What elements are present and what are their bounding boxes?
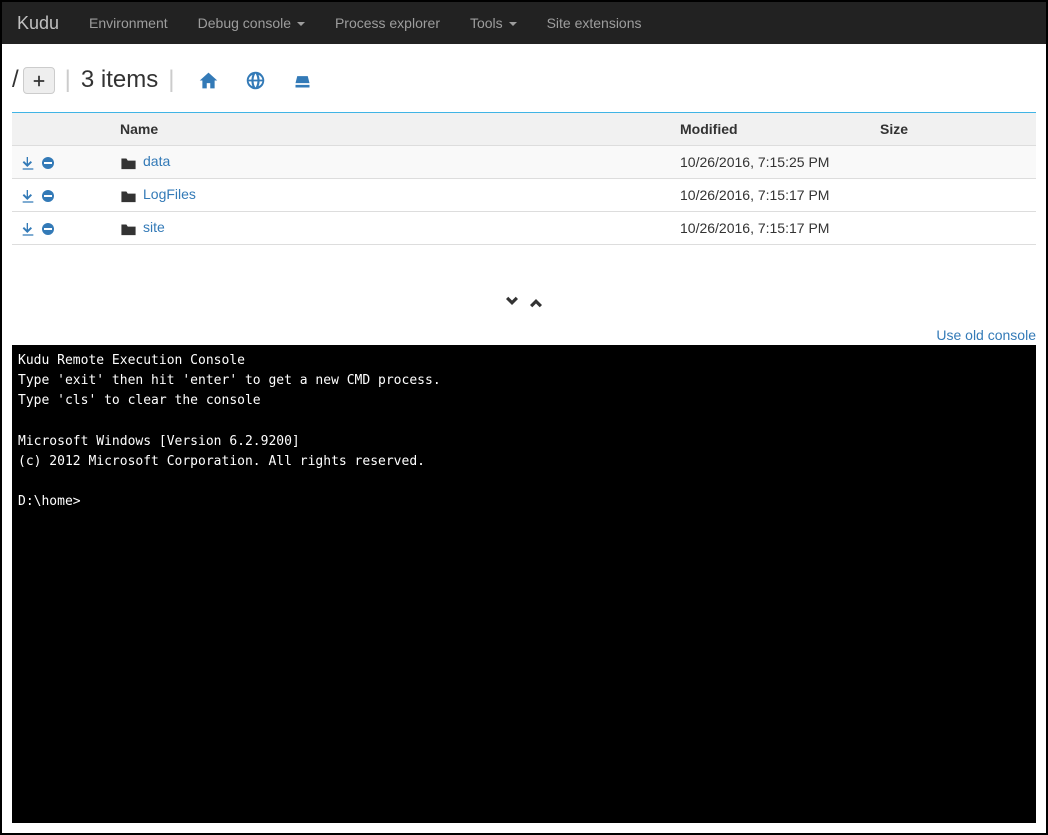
- size-cell: [872, 211, 1036, 244]
- folder-icon: [120, 220, 137, 236]
- size-cell: [872, 178, 1036, 211]
- col-modified: Modified: [672, 113, 872, 146]
- path-toolbar: / | 3 items |: [2, 44, 1046, 112]
- nav-tools[interactable]: Tools: [455, 5, 532, 41]
- item-count: 3 items: [81, 66, 158, 94]
- table-row: site 10/26/2016, 7:15:17 PM: [12, 211, 1036, 244]
- file-link[interactable]: data: [143, 153, 170, 169]
- path-root[interactable]: /: [12, 66, 19, 94]
- modified-cell: 10/26/2016, 7:15:17 PM: [672, 211, 872, 244]
- console-line: (c) 2012 Microsoft Corporation. All righ…: [18, 454, 425, 469]
- globe-icon[interactable]: [245, 66, 266, 94]
- nav-process-explorer[interactable]: Process explorer: [320, 5, 455, 41]
- nav-site-extensions[interactable]: Site extensions: [532, 5, 657, 41]
- download-icon[interactable]: [20, 187, 36, 203]
- brand-link[interactable]: Kudu: [17, 3, 74, 44]
- download-icon[interactable]: [20, 154, 36, 170]
- separator: |: [65, 66, 71, 94]
- modified-cell: 10/26/2016, 7:15:17 PM: [672, 178, 872, 211]
- download-icon[interactable]: [20, 220, 36, 236]
- col-name: Name: [112, 113, 672, 146]
- nav-environment[interactable]: Environment: [74, 5, 183, 41]
- caret-icon: [509, 22, 517, 26]
- chevron-down-icon[interactable]: [503, 293, 525, 309]
- console-line: Type 'cls' to clear the console: [18, 393, 261, 408]
- top-navbar: Kudu Environment Debug console Process e…: [2, 2, 1046, 44]
- file-link[interactable]: LogFiles: [143, 186, 196, 202]
- console-line: Kudu Remote Execution Console: [18, 353, 245, 368]
- nav-tools-label: Tools: [470, 15, 503, 31]
- nav-debug-console-label: Debug console: [198, 15, 291, 31]
- nav-debug-console[interactable]: Debug console: [183, 5, 320, 41]
- col-actions: [12, 113, 112, 146]
- disk-icon[interactable]: [292, 66, 313, 94]
- folder-icon: [120, 154, 137, 170]
- file-link[interactable]: site: [143, 219, 165, 235]
- table-row: LogFiles 10/26/2016, 7:15:17 PM: [12, 178, 1036, 211]
- plus-icon: [32, 74, 46, 88]
- splitter: [2, 245, 1046, 323]
- console-line: Type 'exit' then hit 'enter' to get a ne…: [18, 373, 441, 388]
- folder-icon: [120, 187, 137, 203]
- delete-icon[interactable]: [40, 220, 56, 236]
- table-row: data 10/26/2016, 7:15:25 PM: [12, 146, 1036, 179]
- separator: |: [168, 66, 174, 94]
- size-cell: [872, 146, 1036, 179]
- delete-icon[interactable]: [40, 154, 56, 170]
- chevron-up-icon[interactable]: [527, 293, 545, 309]
- use-old-console-link[interactable]: Use old console: [936, 327, 1036, 343]
- home-icon[interactable]: [198, 66, 219, 94]
- col-size: Size: [872, 113, 1036, 146]
- caret-icon: [297, 22, 305, 26]
- modified-cell: 10/26/2016, 7:15:25 PM: [672, 146, 872, 179]
- add-button[interactable]: [23, 67, 55, 94]
- console-output[interactable]: Kudu Remote Execution Console Type 'exit…: [12, 345, 1036, 823]
- file-table: Name Modified Size data 10/26/2016, 7:15:…: [12, 112, 1036, 245]
- console-line: Microsoft Windows [Version 6.2.9200]: [18, 434, 300, 449]
- console-prompt: D:\home>: [18, 494, 81, 509]
- delete-icon[interactable]: [40, 187, 56, 203]
